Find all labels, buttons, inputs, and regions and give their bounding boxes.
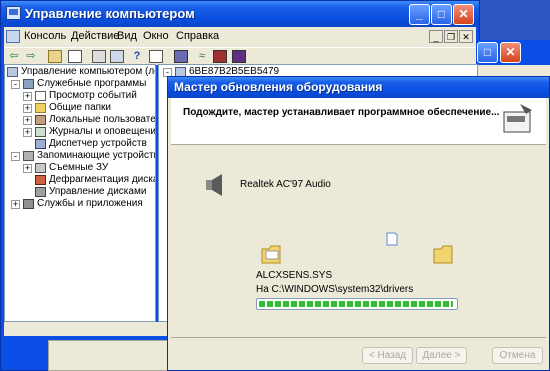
update-driver-icon[interactable]: ≈ <box>195 50 209 63</box>
minimize-button[interactable]: _ <box>409 4 430 25</box>
users-icon <box>35 115 46 125</box>
export-list-icon[interactable] <box>149 50 163 63</box>
defrag-icon <box>35 175 46 185</box>
wizard-header: Подождите, мастер устанавливает программ… <box>171 98 546 145</box>
mdi-minimize-button[interactable]: _ <box>429 30 443 43</box>
source-folder-icon <box>261 245 281 264</box>
wizard-header-text: Подождите, мастер устанавливает программ… <box>183 107 500 118</box>
expand-icon[interactable]: + <box>23 92 32 101</box>
disk-icon <box>35 187 46 197</box>
divider <box>171 337 546 338</box>
disable-device-icon[interactable] <box>213 50 227 63</box>
print-icon[interactable] <box>110 50 124 63</box>
event-viewer-icon <box>35 91 46 101</box>
tree-item-label: Управление дисками <box>49 186 147 197</box>
tree-item-label: Локальные пользователи <box>49 114 156 125</box>
back-button[interactable]: < Назад <box>362 347 413 364</box>
menu-bar: Консоль Действие Вид Окно Справка _ ❐ ✕ <box>4 27 476 47</box>
tree-item-label: Диспетчер устройств <box>49 138 147 149</box>
destination-path: На C:\WINDOWS\system32\drivers <box>256 284 414 295</box>
uninstall-device-icon[interactable] <box>232 50 246 63</box>
tree-item-label: Службы и приложения <box>37 198 143 209</box>
wizard-title-bar[interactable]: Мастер обновления оборудования <box>168 77 549 98</box>
tree-item-label: Общие папки <box>49 102 112 113</box>
help-icon[interactable]: ? <box>130 50 144 63</box>
hardware-install-icon <box>503 104 532 133</box>
menu-action[interactable]: Действие <box>71 30 119 42</box>
back-arrow-icon[interactable]: ⇦ <box>7 50 21 63</box>
forward-arrow-icon[interactable]: ⇨ <box>24 50 38 63</box>
tree-item-label: Просмотр событий <box>49 90 137 101</box>
tree-item-label: Запоминающие устройства <box>37 150 156 161</box>
mdi-restore-button[interactable]: ❐ <box>444 30 458 43</box>
folder-icon <box>35 103 46 113</box>
tree-item-label: Журналы и оповещения п <box>49 126 156 137</box>
storage-icon <box>23 151 34 161</box>
maximize-button[interactable]: □ <box>477 42 498 63</box>
services-icon <box>23 199 34 209</box>
window-title: Управление компьютером <box>25 6 195 21</box>
show-tree-icon[interactable] <box>68 50 82 63</box>
expand-icon[interactable]: + <box>23 104 32 113</box>
close-button[interactable]: ✕ <box>453 4 474 25</box>
properties-icon[interactable] <box>92 50 106 63</box>
tree-pane: Управление компьютером (локаль - Служебн… <box>4 64 156 322</box>
progress-fill <box>259 301 453 307</box>
toolbar: ⇦ ⇨ ? ≈ <box>4 47 476 65</box>
flying-file-icon <box>386 232 398 246</box>
file-name: ALCXSENS.SYS <box>256 270 333 281</box>
device-name: Realtek AC'97 Audio <box>240 179 331 190</box>
device-manager-icon <box>35 139 46 149</box>
maximize-button[interactable]: □ <box>431 4 452 25</box>
cancel-button[interactable]: Отмена <box>492 347 543 364</box>
destination-folder-icon <box>433 245 453 264</box>
expand-icon[interactable]: + <box>23 128 32 137</box>
hardware-update-wizard: Мастер обновления оборудования Подождите… <box>167 76 550 371</box>
tree-item-label: Служебные программы <box>37 78 147 89</box>
tools-icon <box>23 79 34 89</box>
menu-help[interactable]: Справка <box>176 30 219 42</box>
tree-item-label: Съемные ЗУ <box>49 162 109 173</box>
console-icon[interactable] <box>6 30 20 43</box>
expand-icon[interactable]: + <box>11 200 20 209</box>
tree-item-label: Управление компьютером (локаль <box>21 66 155 77</box>
menu-console[interactable]: Консоль <box>24 30 66 42</box>
menu-view[interactable]: Вид <box>117 30 137 42</box>
wizard-title: Мастер обновления оборудования <box>174 80 383 94</box>
tree-item-label: Дефрагментация диска <box>49 174 156 185</box>
mdi-close-button[interactable]: ✕ <box>459 30 473 43</box>
computer-management-icon <box>6 6 21 20</box>
up-folder-icon[interactable] <box>48 50 62 63</box>
expand-icon[interactable]: + <box>23 164 32 173</box>
close-button[interactable]: ✕ <box>500 42 521 63</box>
removable-storage-icon <box>35 163 46 173</box>
collapse-icon[interactable]: - <box>11 152 20 161</box>
background-window-fragment <box>48 340 168 371</box>
computer-icon <box>7 67 18 77</box>
title-bar[interactable]: Управление компьютером _ □ ✕ <box>1 1 479 27</box>
install-progress-bar <box>256 298 458 310</box>
collapse-icon[interactable]: - <box>11 80 20 89</box>
scan-hardware-icon[interactable] <box>174 50 188 63</box>
logs-icon <box>35 127 46 137</box>
next-button[interactable]: Далее > <box>416 347 467 364</box>
speaker-icon <box>206 174 222 196</box>
menu-window[interactable]: Окно <box>143 30 169 42</box>
expand-icon[interactable]: + <box>23 116 32 125</box>
